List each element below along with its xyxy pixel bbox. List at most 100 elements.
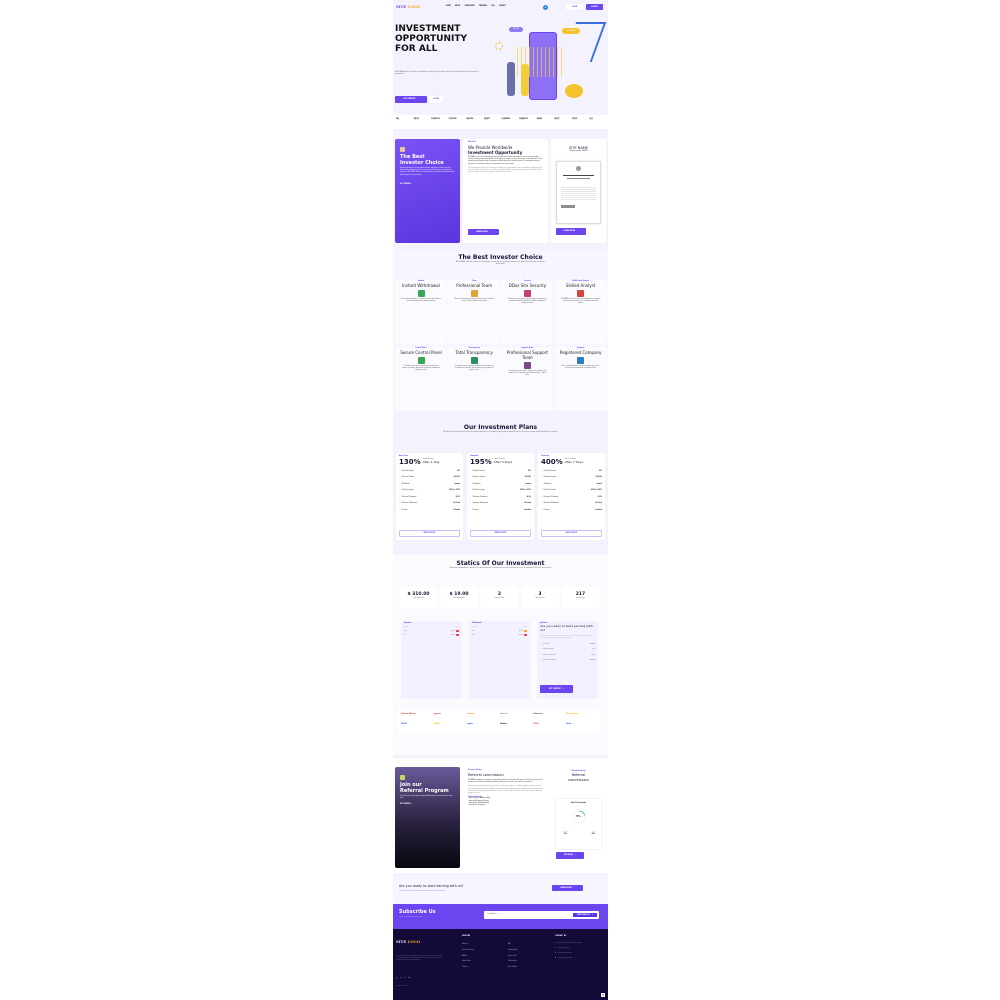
transaction-user: dem: [472, 634, 475, 636]
scroll-to-top-button[interactable]: ▲: [601, 993, 605, 997]
plan-detail-label: Withdrawal: [470, 484, 481, 485]
about-side-cta[interactable]: GET STARTED →: [400, 184, 455, 185]
plan-percent: 130%: [399, 458, 421, 466]
footer-logo[interactable]: SITE LOGO: [396, 939, 420, 944]
nav-contact[interactable]: CONTACT: [499, 6, 506, 7]
feature-description: Our experts ensure that you benefit from…: [454, 366, 494, 372]
footer-logo-part1: SITE: [396, 939, 407, 944]
payment-brand-logo: TRON: [533, 723, 539, 725]
login-button[interactable]: LOGIN: [566, 4, 583, 10]
join-heading: Are you ready to start earning with us?: [540, 624, 593, 632]
twitter-icon[interactable]: ✦: [400, 978, 401, 979]
transaction-amount: $10.00: [518, 630, 523, 632]
withdrawals-col-amount: Amount: [522, 627, 527, 628]
stat-value: 3: [538, 592, 542, 597]
about-learn-more-button[interactable]: LEARN MORE ⌄: [468, 229, 499, 235]
telegram-icon[interactable]: ➤: [543, 4, 548, 10]
make-deposit-button[interactable]: MAKE DEPOSIT: [399, 530, 460, 537]
payment-brand-logo: Dash: [566, 723, 572, 725]
about-side-cta-label: GET STARTED: [400, 183, 411, 185]
deposits-header: Username Amount: [404, 627, 459, 628]
signup-button[interactable]: SIGNUP: [586, 4, 603, 10]
about-card: About Us We Provide Worldwide Investment…: [463, 139, 548, 243]
footer-link[interactable]: How it Works: [508, 967, 517, 973]
site-logo[interactable]: SITE LOGO: [396, 4, 420, 9]
plan-detail-value: Instant: [525, 483, 531, 485]
plan-detail-label: Withdrawal: [541, 484, 552, 485]
plan-detail-value: $10: [457, 470, 460, 472]
ticker-item: ETH/USDT $36.56 -0.42%: [414, 118, 432, 121]
ticker-item: DOGE/USDT $0.1877 -2.10%: [484, 118, 502, 121]
referral-list-text: Earn by Your Youtube Audience: [469, 803, 490, 805]
certificate-image: [556, 161, 601, 224]
instagram-icon[interactable]: ◎: [396, 978, 397, 979]
withdrawals-card: Withdrawal Username Amount user $10.00 dem…: [469, 621, 530, 699]
nav-partners[interactable]: PARTNERS: [479, 6, 487, 7]
footer-contact-text[interactable]: support@sitename.com: [558, 953, 572, 955]
facebook-icon[interactable]: f: [405, 978, 406, 979]
nav-investment[interactable]: INVESTMENT: [465, 6, 475, 7]
plan-card: Standard 195% Deposit Duration After 3 Days…: [467, 453, 534, 540]
transaction-row: dev $10.00: [404, 634, 459, 636]
hero-login-button[interactable]: LOGIN: [429, 96, 443, 103]
referral-side-cta[interactable]: GET STARTED →: [400, 804, 455, 805]
chevron-down-icon: ⌄: [489, 231, 492, 233]
plan-percent: 400%: [541, 458, 563, 466]
withdrawals-col-username: Username: [472, 627, 478, 628]
plan-duration-value: After 7 Days: [564, 459, 584, 464]
feature-tag: Team: [471, 281, 477, 282]
feature-name: Skilled Analyst: [565, 283, 596, 288]
plan-header: 400% Deposit Duration After 7 Days: [541, 457, 602, 466]
stat-card: 2 Investor Online: [481, 587, 518, 608]
plan-header: 130% Deposit Duration After 1 Day: [399, 457, 460, 466]
plan-card: Premium400%Deposit DurationAfter 7 DaysM…: [538, 453, 605, 540]
footer-contact-text[interactable]: info@sitename.com: [558, 948, 570, 950]
email-icon[interactable]: ✉: [408, 978, 409, 979]
footer-contact-text[interactable]: accounts@sitename.com: [558, 958, 573, 960]
stat-value: $ 19.00: [449, 592, 469, 597]
get-started-button[interactable]: GET STARTED ⌄: [395, 96, 427, 103]
subscribe-button[interactable]: SUBSCRIBE US →: [572, 912, 598, 918]
nav-faq[interactable]: FAQ: [492, 6, 495, 7]
company-number: Company number: 13435ZS: [569, 151, 588, 152]
ticker-item: BCH/USDT 0.15460005 +0.83%: [502, 118, 520, 121]
statistics-subtitle: Deposits and withdrawals are acceptable …: [449, 568, 552, 569]
payment-brand-logo: BUSD: [434, 723, 440, 725]
transaction-row: dem $10.00: [404, 630, 459, 632]
referral-list-text: Earn by Referring your Friends: [469, 800, 489, 802]
stat-label: Investor Online: [494, 598, 505, 599]
footer-explore-title: EXPLORE: [462, 936, 471, 937]
join-rows: ✓ Withdrawal Instant ✓ Minimum Deposit $10 ✓ Mi…: [540, 642, 595, 664]
get-started-label: GET STARTED: [403, 99, 416, 100]
stat-value: 217: [575, 592, 586, 597]
plan-duration: Deposit Duration After 3 Days: [494, 459, 513, 464]
network-icon: [400, 775, 405, 780]
make-deposit-button[interactable]: MAKE DEPOSIT: [470, 530, 531, 537]
nav-about[interactable]: ABOUT: [455, 6, 460, 7]
ticker-item: TRX/USDT 0.0777848 +1.34%: [449, 118, 467, 121]
referral-side-title-line2: Referral Program: [400, 788, 449, 794]
footer-link[interactable]: Contact: [462, 967, 474, 973]
payment-brand-logo: BinanceCoin: [566, 713, 579, 715]
commission-title-line2: commission: [568, 777, 589, 782]
company-learn-more-button[interactable]: LEARN MORE ⌄: [556, 228, 586, 235]
see-more-button[interactable]: SEE MORE ⌄: [556, 852, 584, 859]
about-learn-more-label: LEARN MORE: [475, 231, 488, 233]
investor-icon: [400, 147, 405, 152]
transaction-amount: $10.00: [450, 630, 455, 632]
chevron-down-icon: ⌄: [417, 99, 419, 100]
nav-home[interactable]: HOME: [446, 6, 451, 7]
transaction-user: dem: [404, 630, 407, 632]
ready-learn-more-button[interactable]: LEARN MORE ⌄: [552, 885, 583, 891]
make-deposit-button[interactable]: MAKE DEPOSIT: [541, 530, 602, 537]
commission-tag: Unlimited Earning: [571, 771, 586, 772]
plans-section: Our Investment Plans We offer the best r…: [393, 420, 608, 545]
about-heading-line2: Investment Opportunity: [468, 150, 523, 155]
stat-value: 2: [497, 592, 502, 597]
join-card: Join Now Are you ready to start earning …: [537, 621, 598, 699]
feature-card: Team Professional Team We are committed to…: [448, 280, 501, 344]
join-get-started-button[interactable]: GET STARTED →: [540, 685, 573, 693]
company-title: SITE NAME: [569, 146, 588, 150]
hero-description: At SITE NAME, efforts to become an extra…: [395, 72, 479, 76]
referral-heading: Referral commission: [468, 773, 504, 777]
